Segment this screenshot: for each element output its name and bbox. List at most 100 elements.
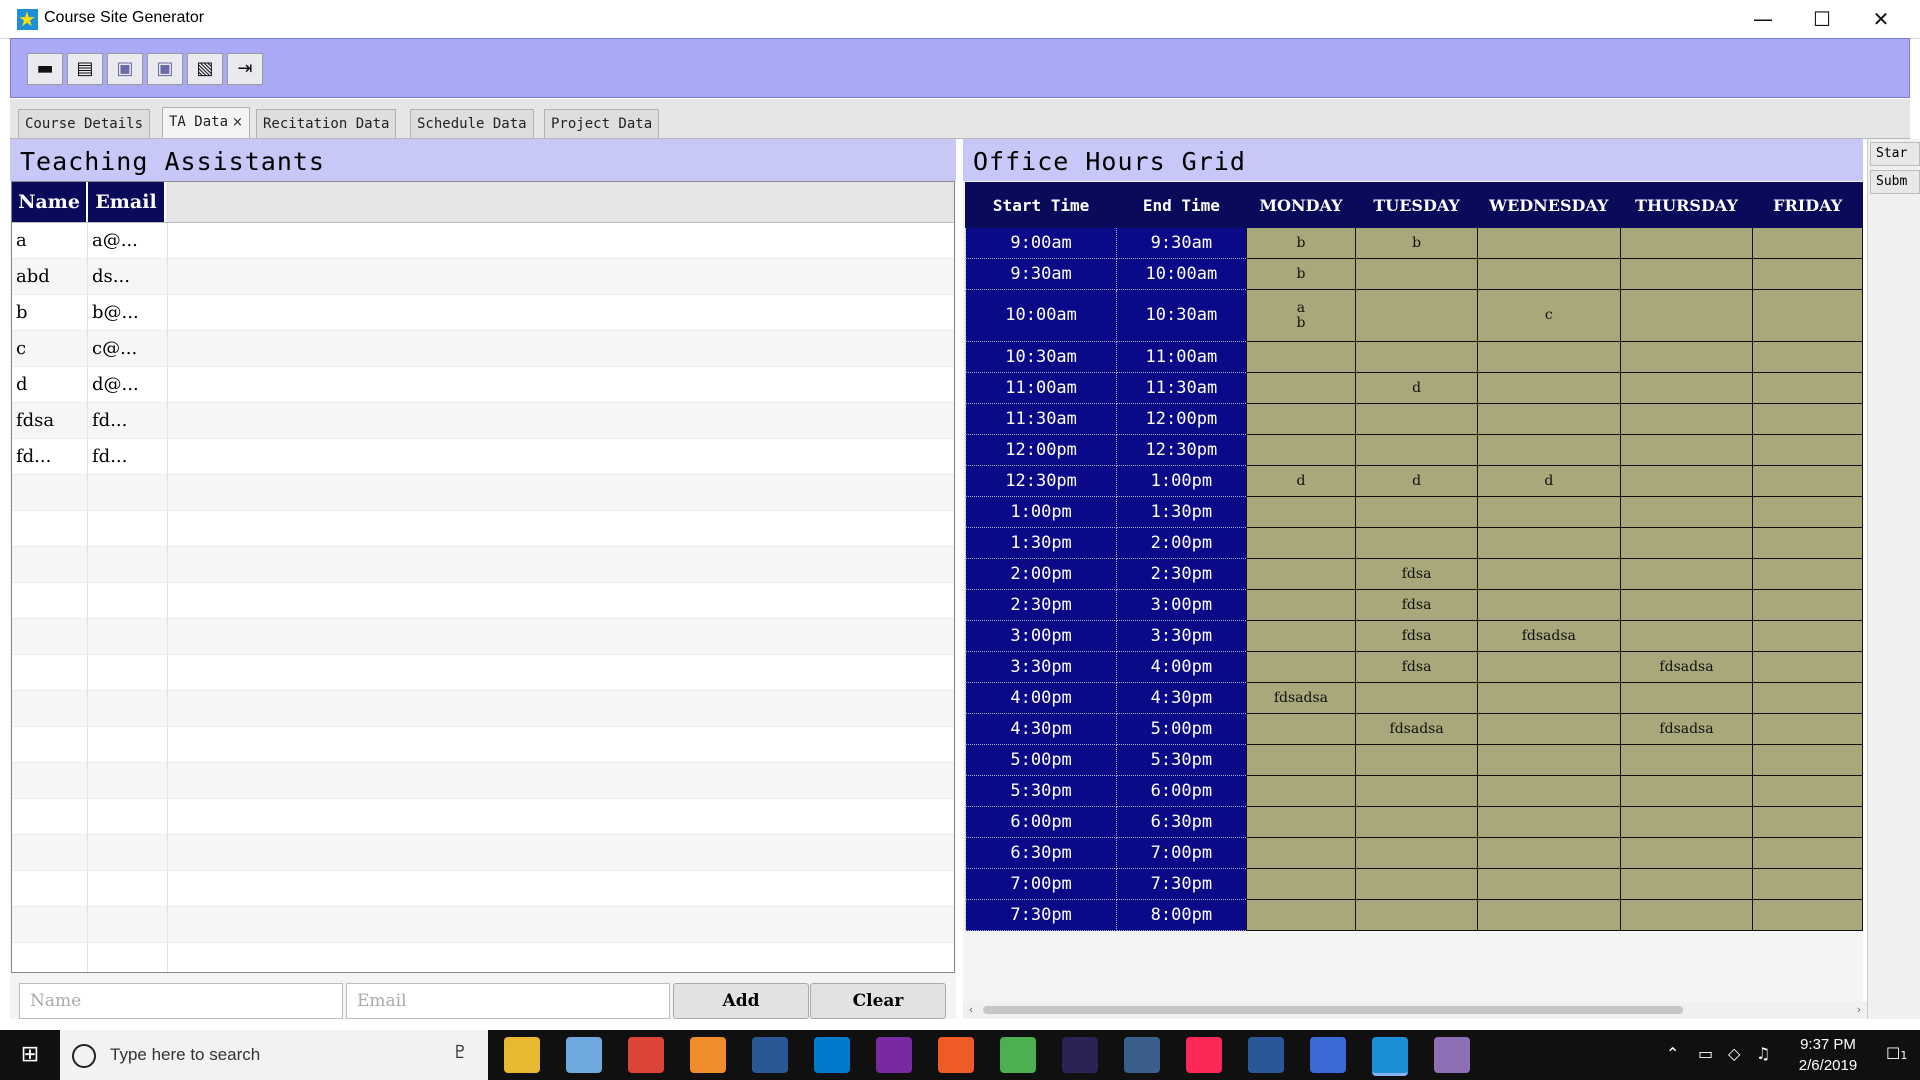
office-hour-slot[interactable] (1752, 651, 1863, 683)
tab-schedule-data[interactable]: Schedule Data (410, 109, 534, 138)
office-hour-slot[interactable] (1476, 372, 1621, 404)
office-hour-slot[interactable] (1355, 744, 1478, 776)
office-hour-slot[interactable] (1245, 713, 1357, 745)
onenote-app-icon[interactable] (876, 1037, 912, 1073)
office-hour-slot[interactable] (1245, 806, 1357, 838)
microphone-icon[interactable]: ♇ (452, 1042, 468, 1063)
office-hour-slot[interactable] (1355, 258, 1478, 290)
office-hour-slot[interactable] (1355, 682, 1478, 714)
office-hour-slot[interactable]: b (1245, 227, 1357, 259)
table-row[interactable] (12, 727, 954, 763)
office-hour-slot[interactable] (1752, 744, 1863, 776)
open-button[interactable]: ▤ (67, 53, 103, 85)
office-hour-slot[interactable] (1619, 258, 1754, 290)
office-hour-slot[interactable]: a b (1245, 289, 1357, 342)
office-hour-slot[interactable] (1752, 775, 1863, 807)
clock-time[interactable]: 9:37 PM (1788, 1036, 1868, 1053)
office-hour-slot[interactable] (1355, 403, 1478, 435)
tab-recitation-data[interactable]: Recitation Data (256, 109, 397, 138)
office-hour-slot[interactable]: fdsadsa (1619, 713, 1754, 745)
office-hour-slot[interactable] (1245, 868, 1357, 900)
office-hour-slot[interactable] (1752, 372, 1863, 404)
battery-icon[interactable]: ▭ (1698, 1044, 1713, 1063)
box-app-icon[interactable] (566, 1037, 602, 1073)
office-hour-slot[interactable]: fdsa (1355, 620, 1478, 652)
file-explorer-app-icon[interactable] (504, 1037, 540, 1073)
office-hour-slot[interactable] (1752, 868, 1863, 900)
office-hour-slot[interactable] (1355, 289, 1478, 342)
office-hour-slot[interactable] (1619, 899, 1754, 931)
office-hour-slot[interactable] (1619, 496, 1754, 528)
course-site-generator-app-icon[interactable] (1372, 1037, 1408, 1076)
table-row[interactable] (12, 871, 954, 907)
office-hour-slot[interactable] (1476, 527, 1621, 559)
office-hour-slot[interactable]: c (1476, 289, 1621, 342)
table-row[interactable] (12, 619, 954, 655)
office-hour-slot[interactable] (1355, 341, 1478, 373)
tab-ta-data[interactable]: TA Data × (162, 107, 250, 138)
table-row[interactable] (12, 547, 954, 583)
table-row[interactable] (12, 583, 954, 619)
paint-app-icon[interactable] (1434, 1037, 1470, 1073)
office-hour-slot[interactable] (1355, 527, 1478, 559)
office-hour-slot[interactable] (1245, 558, 1357, 590)
office-hour-slot[interactable] (1619, 620, 1754, 652)
office-hour-slot[interactable] (1752, 713, 1863, 745)
office-hour-slot[interactable] (1752, 806, 1863, 838)
office-hour-slot[interactable] (1619, 372, 1754, 404)
office-hour-slot[interactable] (1752, 289, 1863, 342)
office-hour-slot[interactable] (1752, 837, 1863, 869)
office-hour-slot[interactable] (1355, 837, 1478, 869)
office-hour-slot[interactable] (1245, 775, 1357, 807)
windows-start-icon[interactable]: ⊞ (0, 1030, 60, 1080)
office-hour-slot[interactable] (1245, 651, 1357, 683)
office-hour-slot[interactable] (1476, 744, 1621, 776)
office-hour-slot[interactable]: d (1245, 465, 1357, 497)
office-hour-slot[interactable] (1245, 527, 1357, 559)
office-hour-slot[interactable] (1245, 496, 1357, 528)
office-hour-slot[interactable]: b (1245, 258, 1357, 290)
office-hour-slot[interactable] (1245, 341, 1357, 373)
office-hour-slot[interactable]: fdsadsa (1619, 651, 1754, 683)
office-hour-slot[interactable] (1619, 403, 1754, 435)
vscode-app-icon[interactable] (814, 1037, 850, 1073)
office-hour-slot[interactable] (1355, 496, 1478, 528)
office-hour-slot[interactable] (1245, 744, 1357, 776)
save-button[interactable]: ▣ (107, 53, 143, 85)
word-app-icon[interactable] (1248, 1037, 1284, 1073)
workbench-app-icon[interactable] (1124, 1037, 1160, 1073)
office-hour-slot[interactable] (1619, 341, 1754, 373)
office-hour-slot[interactable] (1752, 558, 1863, 590)
leaf-app-icon[interactable] (1000, 1037, 1036, 1073)
office-hour-slot[interactable] (1476, 713, 1621, 745)
office-hour-slot[interactable] (1245, 837, 1357, 869)
table-row[interactable] (12, 799, 954, 835)
table-row[interactable] (12, 691, 954, 727)
office-hour-slot[interactable] (1476, 558, 1621, 590)
office-hour-slot[interactable] (1752, 341, 1863, 373)
office-hour-slot[interactable] (1752, 682, 1863, 714)
office-hour-slot[interactable]: fdsadsa (1476, 620, 1621, 652)
column-header-email[interactable]: Email (88, 182, 166, 222)
clock-date[interactable]: 2/6/2019 (1788, 1057, 1868, 1074)
horizontal-scrollbar[interactable]: ‹ › (963, 1002, 1867, 1018)
tab-project-data[interactable]: Project Data (544, 109, 660, 138)
office-hour-slot[interactable] (1476, 806, 1621, 838)
office-hour-slot[interactable] (1619, 227, 1754, 259)
office-hour-slot[interactable]: d (1355, 465, 1478, 497)
chrome-app-icon[interactable] (628, 1037, 664, 1073)
taskbar-search[interactable]: Type here to search ♇ (60, 1030, 488, 1080)
office-hour-slot[interactable] (1619, 527, 1754, 559)
office-hour-slot[interactable] (1619, 775, 1754, 807)
office-hour-slot[interactable] (1619, 558, 1754, 590)
table-row[interactable]: fdsa fd... (12, 403, 954, 439)
office-hour-slot[interactable] (1752, 620, 1863, 652)
office-hour-slot[interactable]: fdsa (1355, 651, 1478, 683)
office-hour-slot[interactable] (1476, 496, 1621, 528)
office-hour-slot[interactable] (1476, 837, 1621, 869)
office-hour-slot[interactable] (1752, 403, 1863, 435)
close-button[interactable]: ✕ (1852, 0, 1910, 38)
office-hour-slot[interactable] (1355, 899, 1478, 931)
new-button[interactable]: ▬ (27, 53, 63, 85)
office-hour-slot[interactable] (1752, 434, 1863, 466)
